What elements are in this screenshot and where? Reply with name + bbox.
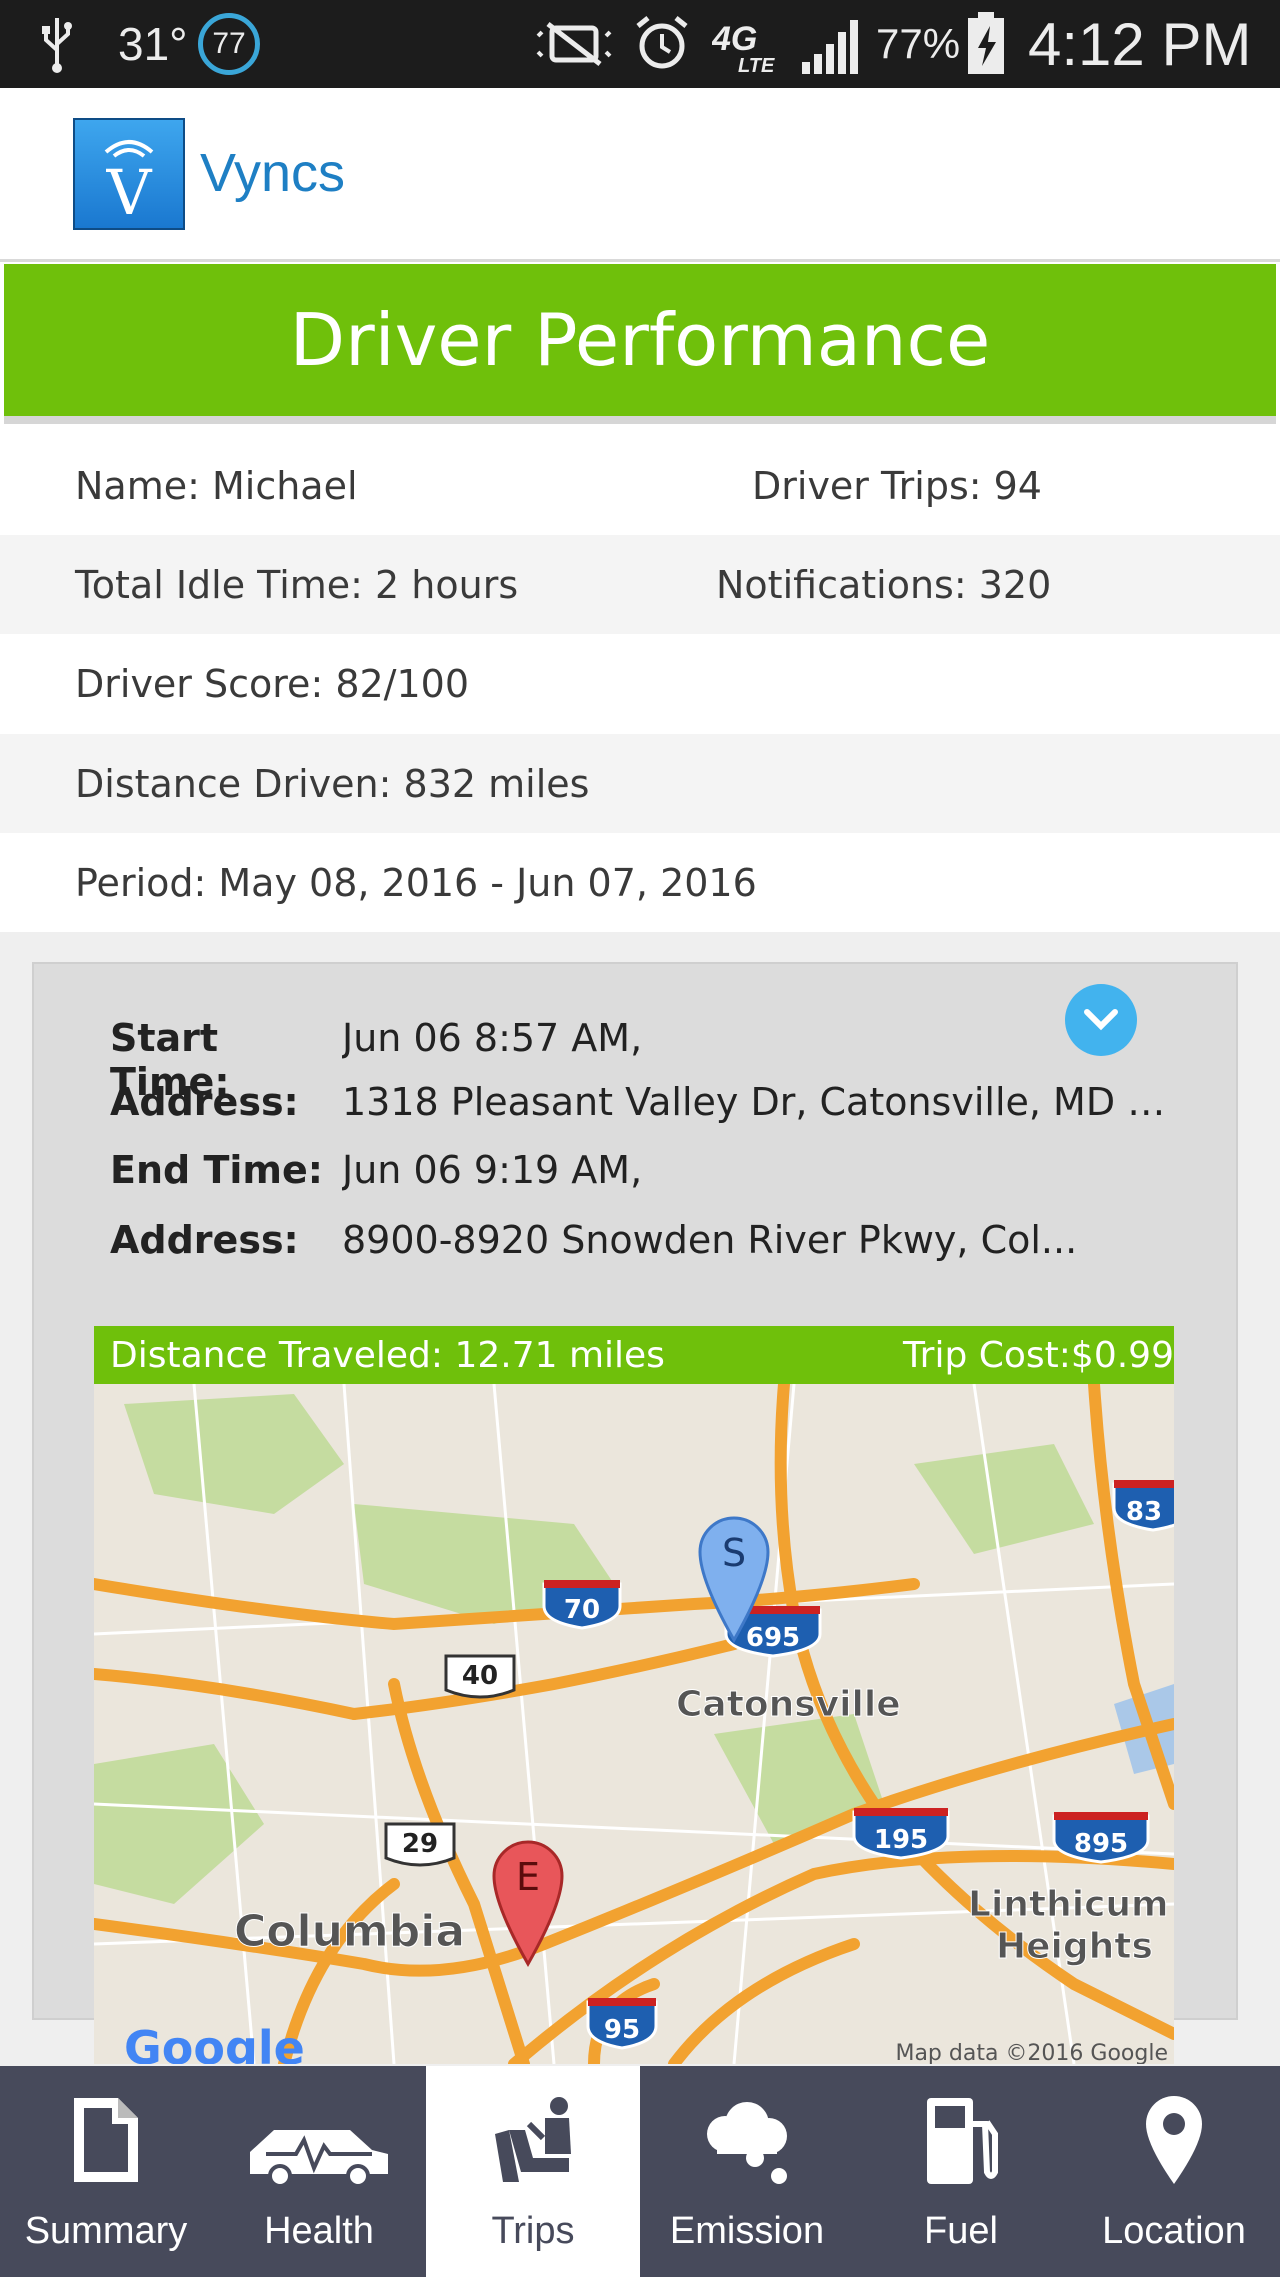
shield-40: 40 bbox=[462, 1661, 498, 1691]
svg-text:LTE: LTE bbox=[738, 55, 775, 74]
badge-count: 77 bbox=[212, 27, 246, 60]
info-row: Driver Score: 82/100 bbox=[0, 634, 1280, 733]
label-linthicum: Linthicum bbox=[968, 1884, 1169, 1925]
us-40-shield: 40 bbox=[444, 1654, 516, 1699]
end-time-line: End Time: Jun 06 9:19 AM, bbox=[110, 1148, 1172, 1192]
cloud-icon bbox=[707, 2102, 787, 2184]
nav-item-trips[interactable]: Trips bbox=[426, 2066, 640, 2277]
interstate-195-shield: 195 bbox=[852, 1808, 950, 1860]
logo-mark-icon: V bbox=[104, 140, 154, 222]
nav-label-location: Location bbox=[1102, 2210, 1246, 2252]
map-canvas[interactable]: 70 695 40 29 195 895 83 95 Catonsville C… bbox=[94, 1384, 1174, 2064]
nav-label-trips: Trips bbox=[491, 2210, 575, 2252]
shield-95: 95 bbox=[604, 2015, 640, 2045]
driver-name: Name: Michael bbox=[75, 463, 358, 508]
start-marker-label: S bbox=[722, 1531, 746, 1575]
interstate-83-shield: 83 bbox=[1112, 1480, 1174, 1532]
driver-trips: Driver Trips: 94 bbox=[752, 463, 1042, 508]
notification-badge: 77 bbox=[198, 0, 260, 88]
nav-label-health: Health bbox=[264, 2210, 374, 2252]
shield-29: 29 bbox=[402, 1829, 438, 1859]
end-address-line: Address: 8900-8920 Snowden River Pkwy, C… bbox=[110, 1218, 1172, 1262]
info-row: Name: Michael Driver Trips: 94 bbox=[0, 436, 1280, 535]
svg-text:4G: 4G bbox=[712, 20, 757, 58]
battery-charging-icon bbox=[968, 12, 1004, 74]
trip-list: Start Time: Jun 06 8:57 AM, Address: 131… bbox=[0, 932, 1280, 2066]
start-address-label: Address: bbox=[110, 1080, 299, 1124]
fuel-pump-icon bbox=[927, 2098, 998, 2184]
period: Period: May 08, 2016 - Jun 07, 2016 bbox=[75, 860, 757, 905]
mute-icon bbox=[536, 22, 612, 66]
trip-summary-bar: Distance Traveled: 12.71 miles Trip Cost… bbox=[94, 1326, 1174, 1384]
nav-item-fuel[interactable]: Fuel bbox=[854, 2066, 1068, 2277]
shield-695: 695 bbox=[746, 1623, 800, 1653]
google-logo: Google bbox=[124, 2021, 305, 2064]
us-29-shield: 29 bbox=[384, 1822, 456, 1867]
distance-driven: Distance Driven: 832 miles bbox=[75, 761, 590, 806]
driver-seat-icon bbox=[495, 2097, 571, 2182]
nav-label-fuel: Fuel bbox=[924, 2210, 998, 2252]
logo-letter: V bbox=[106, 156, 153, 222]
interstate-95-shield: 95 bbox=[586, 1998, 658, 2050]
status-bar: 31° 77 4G LTE 77% 4:12 PM bbox=[0, 0, 1280, 88]
shield-70: 70 bbox=[564, 1595, 600, 1625]
map-attribution: Map data ©2016 Google bbox=[895, 2041, 1168, 2064]
clock-time: 4:12 PM bbox=[1028, 10, 1252, 78]
label-columbia: Columbia bbox=[234, 1906, 465, 1957]
nav-item-emission[interactable]: Emission bbox=[640, 2066, 854, 2277]
start-address-value: 1318 Pleasant Valley Dr, Catonsville, MD… bbox=[342, 1080, 1172, 1124]
start-address-line: Address: 1318 Pleasant Valley Dr, Catons… bbox=[110, 1080, 1172, 1124]
alarm-icon bbox=[636, 16, 688, 69]
trip-cost: Trip Cost:$0.99 bbox=[902, 1334, 1174, 1376]
nav-label-emission: Emission bbox=[669, 2210, 825, 2252]
trip-card[interactable]: Start Time: Jun 06 8:57 AM, Address: 131… bbox=[32, 962, 1238, 2064]
temperature-text: 31° bbox=[118, 18, 188, 70]
interstate-895-shield: 895 bbox=[1052, 1812, 1150, 1864]
info-row: Distance Driven: 832 miles bbox=[0, 734, 1280, 833]
label-catonsville: Catonsville bbox=[676, 1684, 901, 1725]
driver-score: Driver Score: 82/100 bbox=[75, 661, 470, 706]
4g-lte-icon: 4G LTE bbox=[712, 20, 775, 74]
notifications-count: Notifications: 320 bbox=[716, 562, 1052, 607]
end-time-value: Jun 06 9:19 AM, bbox=[342, 1148, 643, 1192]
bottom-navigation: Summary Health Trips Emission Fuel Locat… bbox=[0, 2066, 1280, 2277]
label-heights: Heights bbox=[996, 1926, 1153, 1967]
nav-item-health[interactable]: Health bbox=[212, 2066, 426, 2277]
distance-traveled: Distance Traveled: 12.71 miles bbox=[110, 1334, 665, 1376]
location-pin-icon bbox=[1146, 2096, 1202, 2184]
nav-item-summary[interactable]: Summary bbox=[0, 2066, 212, 2277]
vyncs-logo[interactable]: V bbox=[73, 118, 185, 230]
nav-label-summary: Summary bbox=[24, 2210, 188, 2252]
shield-195: 195 bbox=[874, 1825, 928, 1855]
info-row: Period: May 08, 2016 - Jun 07, 2016 bbox=[0, 833, 1280, 932]
document-icon bbox=[74, 2098, 138, 2182]
interstate-70-shield: 70 bbox=[542, 1580, 622, 1630]
app-name: Vyncs bbox=[200, 143, 346, 203]
trip-map[interactable]: 70 695 40 29 195 895 83 95 Catonsville C… bbox=[94, 1384, 1174, 2064]
end-time-label: End Time: bbox=[110, 1148, 323, 1192]
end-address-value: 8900-8920 Snowden River Pkwy, Col... bbox=[342, 1218, 1078, 1262]
shield-83: 83 bbox=[1126, 1497, 1162, 1527]
app-header: V Vyncs bbox=[0, 88, 1280, 262]
info-row: Total Idle Time: 2 hours Notifications: … bbox=[0, 535, 1280, 634]
end-address-label: Address: bbox=[110, 1218, 299, 1262]
nav-item-location[interactable]: Location bbox=[1068, 2066, 1280, 2277]
shield-895: 895 bbox=[1074, 1829, 1128, 1859]
signal-icon bbox=[802, 20, 858, 74]
page-title: Driver Performance bbox=[4, 264, 1276, 424]
car-health-icon bbox=[250, 2130, 388, 2186]
usb-icon bbox=[42, 18, 72, 73]
idle-time: Total Idle Time: 2 hours bbox=[75, 562, 519, 607]
battery-percent: 77% bbox=[876, 20, 961, 67]
end-marker-label: E bbox=[516, 1855, 540, 1899]
